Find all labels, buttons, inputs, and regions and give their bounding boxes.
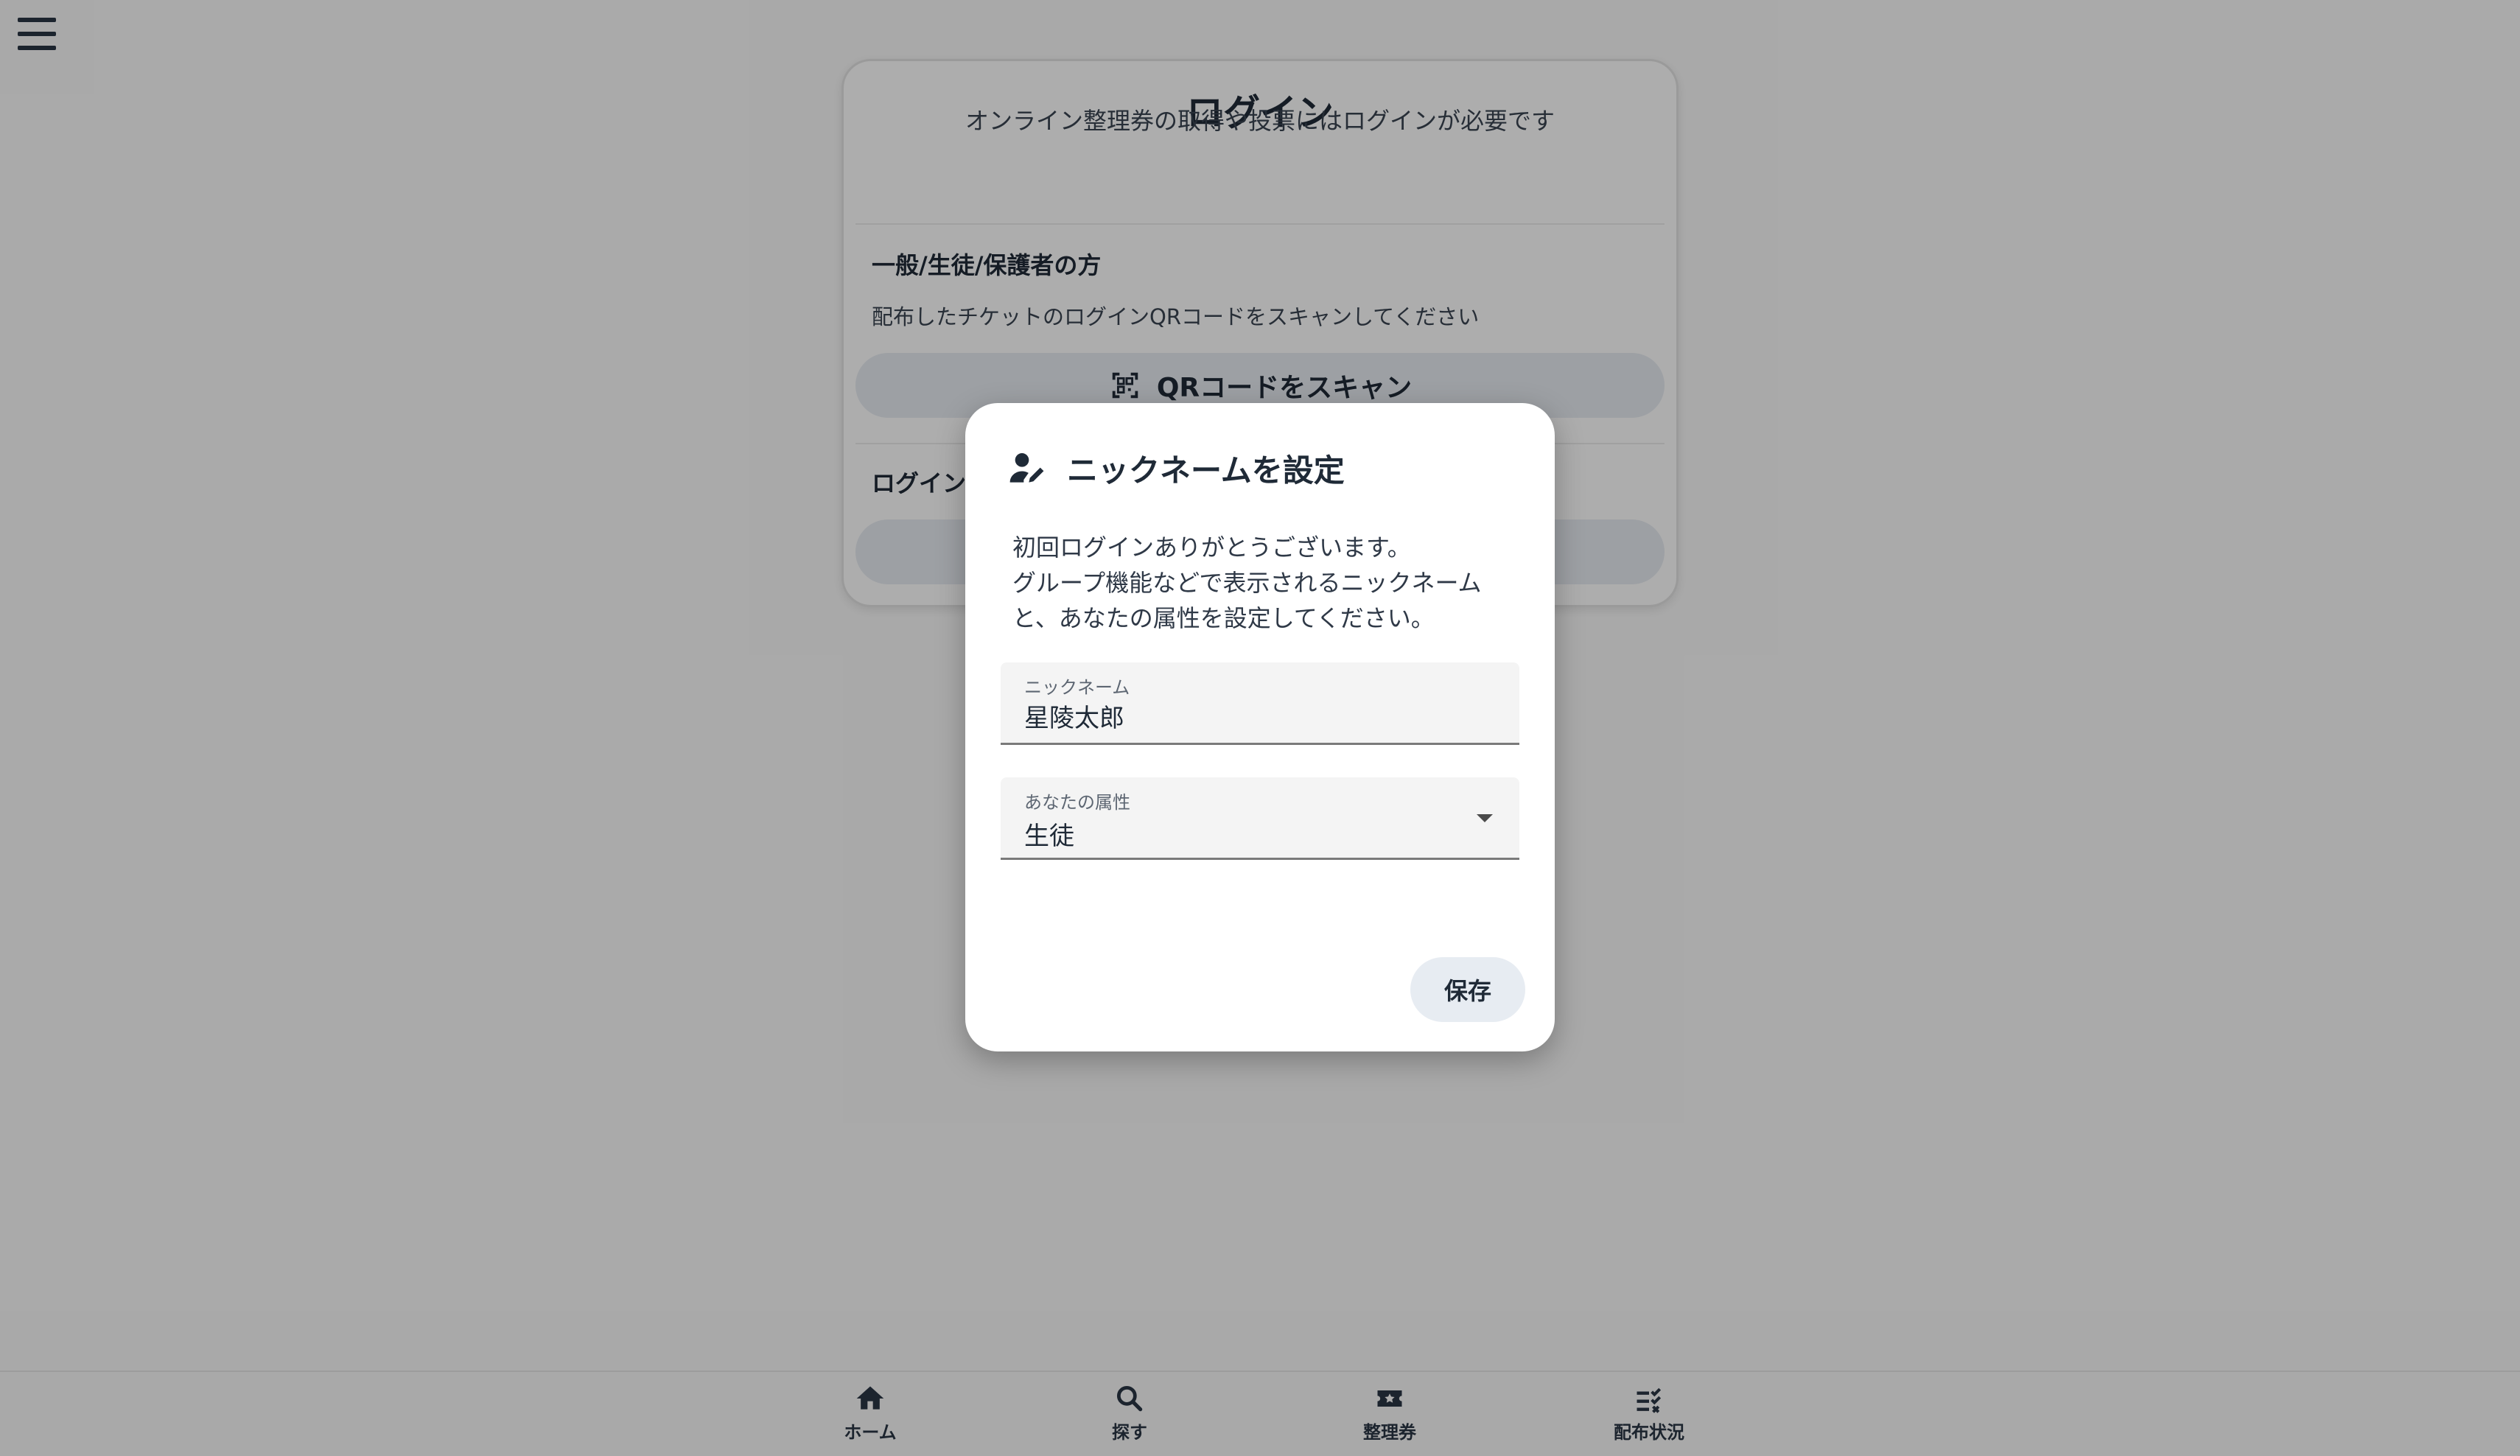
- dialog-message: 初回ログインありがとうございます。 グループ機能などで表示されるニックネーム と…: [1012, 530, 1521, 636]
- dialog-header: ニックネームを設定: [1007, 446, 1345, 491]
- nickname-label: ニックネーム: [1024, 677, 1130, 698]
- person-edit-icon: [1009, 452, 1044, 483]
- dialog-message-line: 初回ログインありがとうございます。: [1012, 533, 1411, 561]
- dialog-title: ニックネームを設定: [1067, 452, 1345, 489]
- dialog-message-line: と、あなたの属性を設定してください。: [1012, 604, 1435, 632]
- chevron-down-icon: [1477, 814, 1493, 822]
- dialog-message-line: グループ機能などで表示されるニックネーム: [1012, 569, 1482, 597]
- nickname-input[interactable]: [1024, 701, 1466, 730]
- nickname-dialog: ニックネームを設定 初回ログインありがとうございます。 グループ機能などで表示さ…: [965, 403, 1555, 1051]
- attribute-value: 生徒: [1024, 822, 1074, 851]
- save-button[interactable]: 保存: [1410, 957, 1525, 1022]
- attribute-label: あなたの属性: [1024, 792, 1130, 813]
- attribute-select[interactable]: あなたの属性 生徒: [1001, 777, 1519, 860]
- nickname-field[interactable]: ニックネーム: [1001, 662, 1519, 745]
